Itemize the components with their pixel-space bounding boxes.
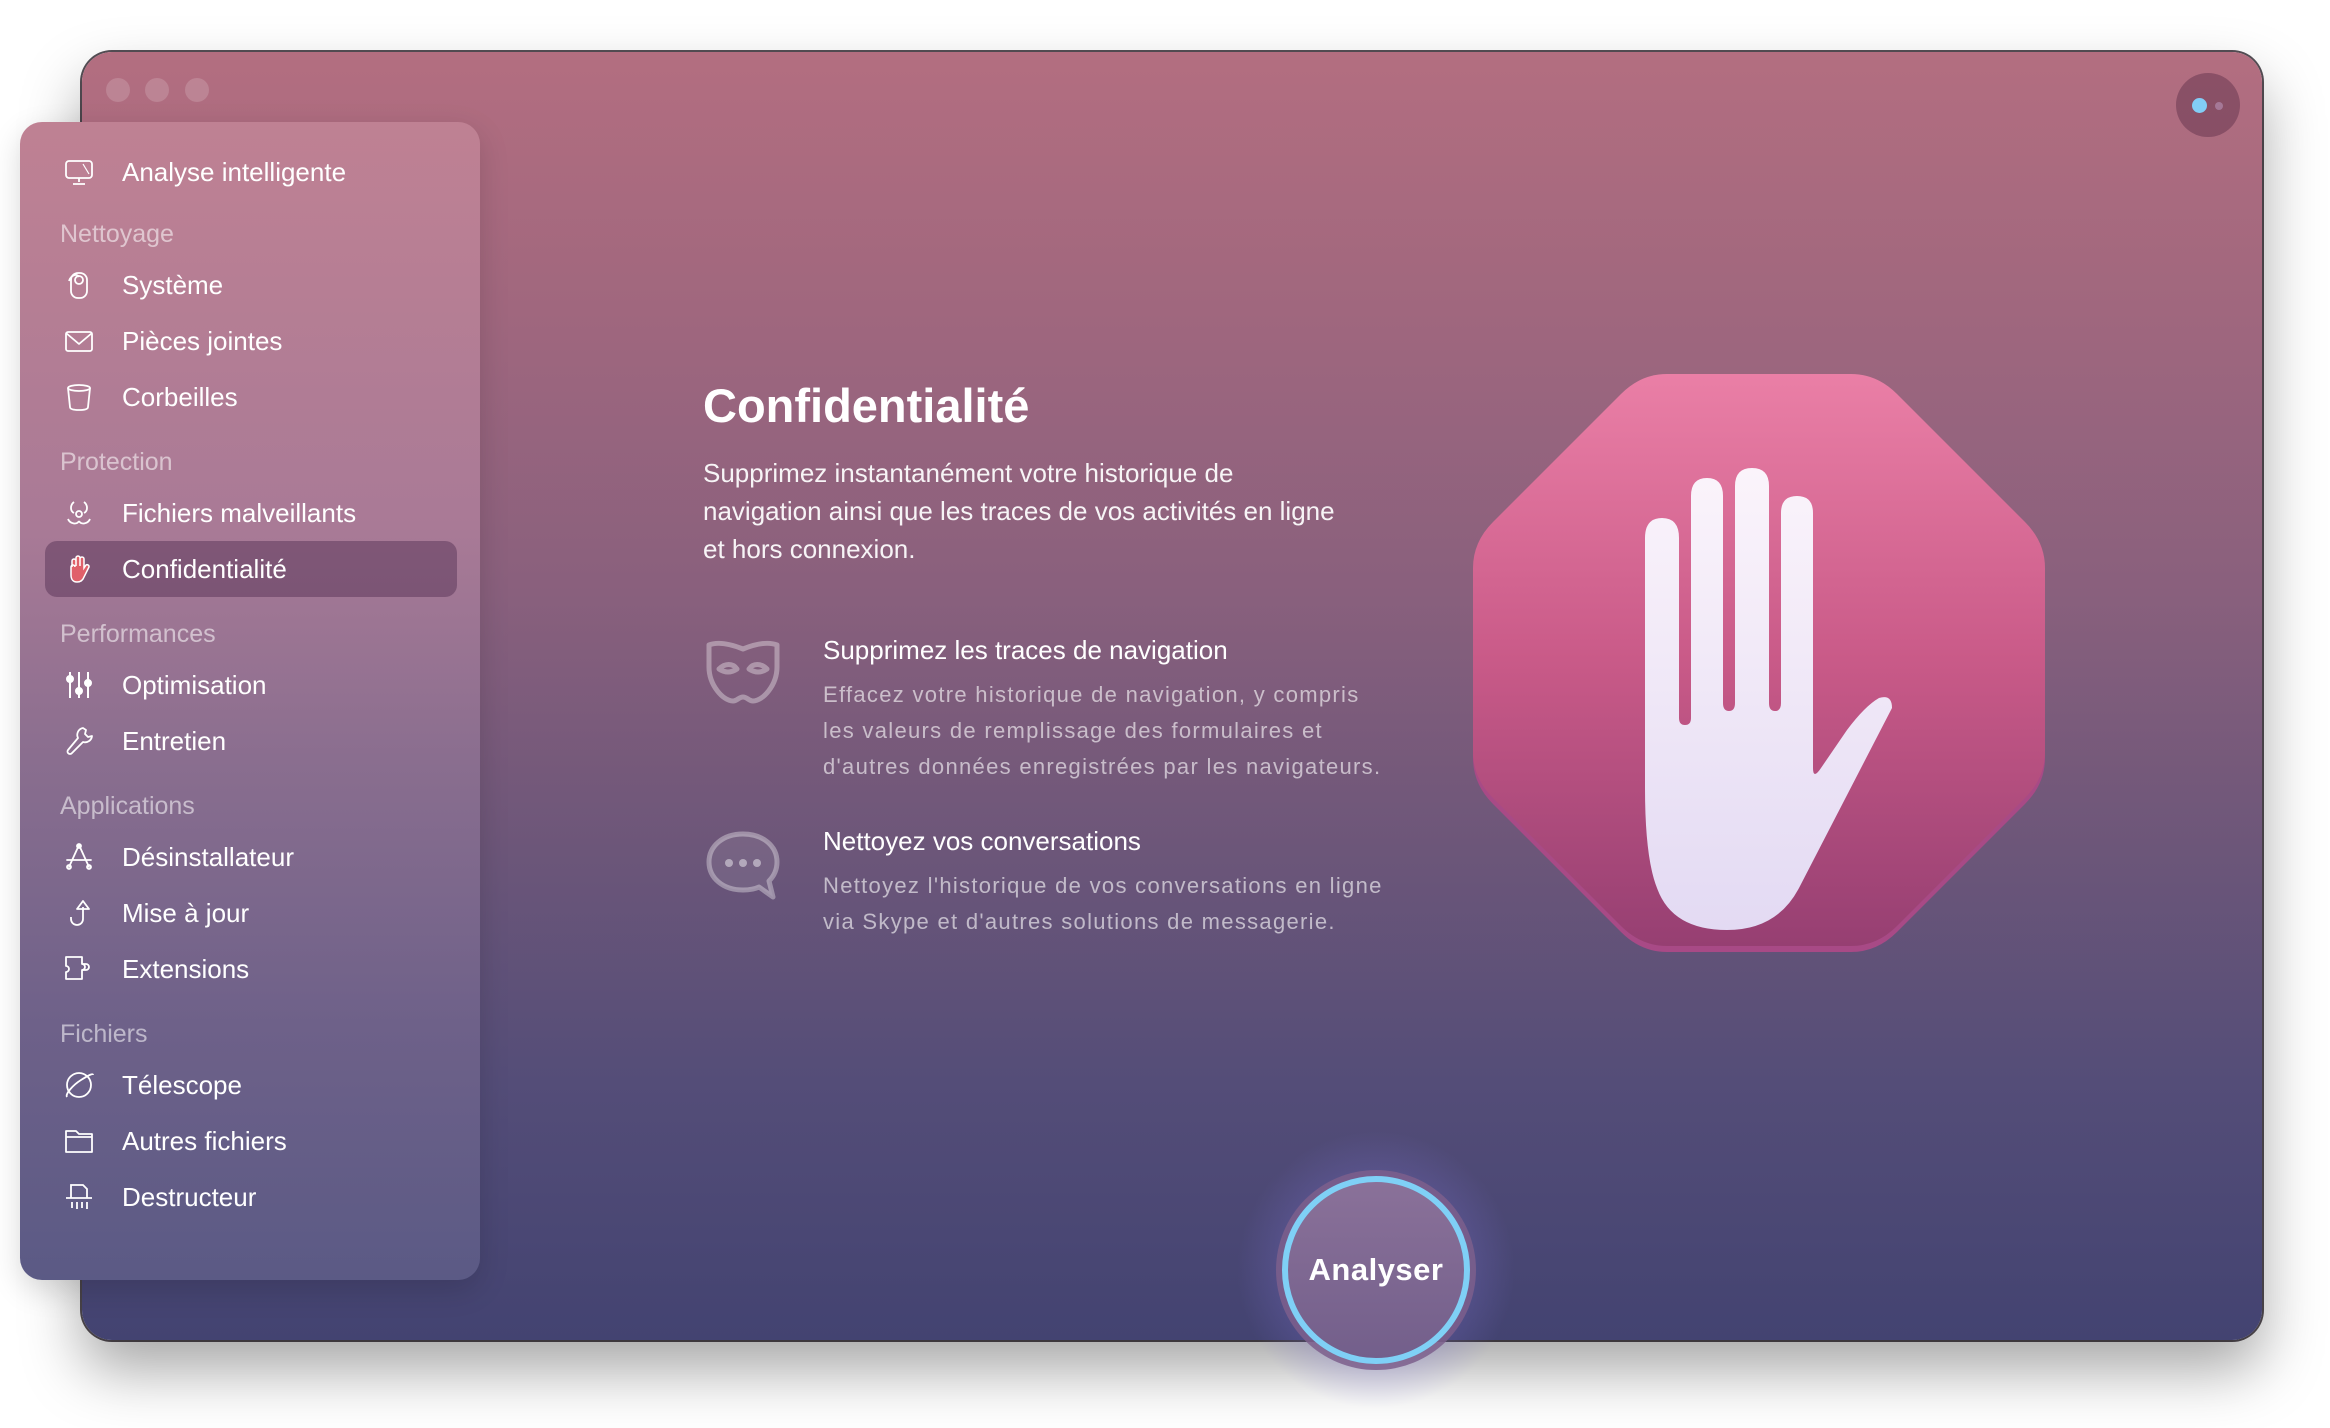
- sidebar-item-label: Corbeilles: [122, 381, 238, 412]
- feature-description: Nettoyez l'historique de vos conversatio…: [823, 873, 1383, 934]
- sidebar-item-optimisation[interactable]: Optimisation: [45, 657, 457, 713]
- sidebar-item-pieces-jointes[interactable]: Pièces jointes: [45, 313, 457, 369]
- sidebar-item-confidentialite[interactable]: Confidentialité: [45, 541, 457, 597]
- wrench-icon: [63, 725, 95, 757]
- system-junk-icon: [63, 269, 95, 301]
- sidebar-item-label: Confidentialité: [122, 553, 287, 584]
- assistant-button[interactable]: [2176, 73, 2240, 137]
- monitor-icon: [63, 156, 95, 188]
- sidebar-item-extensions[interactable]: Extensions: [45, 941, 457, 997]
- chat-bubble-icon: [703, 826, 783, 906]
- feature-title: Nettoyez vos conversations: [823, 826, 1141, 856]
- sidebar-item-label: Extensions: [122, 953, 250, 984]
- sidebar-item-destructeur[interactable]: Destructeur: [45, 1169, 457, 1225]
- sidebar-item-systeme[interactable]: Système: [45, 257, 457, 313]
- window-zoom-button[interactable]: [185, 78, 209, 102]
- sidebar-item-mise-a-jour[interactable]: Mise à jour: [45, 885, 457, 941]
- sidebar-item-label: Analyse intelligente: [122, 156, 347, 187]
- hand-icon: [63, 553, 95, 585]
- assistant-dots-icon: [2192, 98, 2207, 113]
- section-title-fichiers: Fichiers: [60, 1020, 148, 1048]
- mail-icon: [63, 325, 95, 357]
- sidebar-item-label: Autres fichiers: [122, 1125, 287, 1156]
- sidebar-item-telescope[interactable]: Télescope: [45, 1057, 457, 1113]
- folder-icon: [63, 1125, 95, 1157]
- sidebar-item-autres-fichiers[interactable]: Autres fichiers: [45, 1113, 457, 1169]
- sidebar-item-label: Entretien: [122, 725, 227, 756]
- sidebar-item-label: Pièces jointes: [122, 325, 283, 356]
- sliders-icon: [63, 669, 95, 701]
- biohazard-icon: [63, 497, 95, 529]
- mask-icon: [703, 635, 783, 715]
- section-title-applications: Applications: [60, 792, 195, 820]
- feature-title: Supprimez les traces de navigation: [823, 635, 1228, 665]
- section-title-performances: Performances: [60, 620, 216, 648]
- scan-button-label: Analyser: [1308, 1252, 1444, 1287]
- sidebar-item-label: Fichiers malveillants: [122, 497, 357, 528]
- section-title-nettoyage: Nettoyage: [60, 220, 174, 248]
- sidebar-item-analyse-intelligente[interactable]: Analyse intelligente: [45, 144, 457, 200]
- window-minimize-button[interactable]: [145, 78, 169, 102]
- sidebar-item-label: Système: [122, 269, 224, 300]
- sidebar: Analyse intelligente Nettoyage Système P…: [20, 122, 480, 1280]
- shredder-icon: [63, 1181, 95, 1213]
- app-store-icon: [63, 841, 95, 873]
- sidebar-item-corbeilles[interactable]: Corbeilles: [45, 369, 457, 425]
- sidebar-item-fichiers-malveillants[interactable]: Fichiers malveillants: [45, 485, 457, 541]
- window-close-button[interactable]: [106, 78, 130, 102]
- assistant-dot-secondary: [2215, 102, 2223, 110]
- page-description: Supprimez instantanément votre historiqu…: [703, 458, 1335, 564]
- trash-bin-icon: [63, 381, 95, 413]
- update-arrow-icon: [63, 897, 95, 929]
- puzzle-icon: [63, 953, 95, 985]
- sidebar-item-label: Optimisation: [122, 669, 267, 700]
- page-title: Confidentialité: [703, 379, 1030, 432]
- scan-button-container: Analyser: [1236, 1130, 1516, 1410]
- sidebar-item-label: Destructeur: [122, 1181, 257, 1212]
- sidebar-item-label: Télescope: [122, 1069, 242, 1100]
- scan-button[interactable]: Analyser: [1276, 1170, 1476, 1370]
- stop-hand-icon: [1467, 368, 2051, 952]
- sidebar-item-label: Mise à jour: [122, 897, 250, 928]
- sidebar-item-label: Désinstallateur: [122, 841, 294, 872]
- section-title-protection: Protection: [60, 448, 173, 476]
- sidebar-item-desinstallateur[interactable]: Désinstallateur: [45, 829, 457, 885]
- planet-icon: [63, 1069, 95, 1101]
- sidebar-item-entretien[interactable]: Entretien: [45, 713, 457, 769]
- feature-description: Effacez votre historique de navigation, …: [823, 682, 1382, 779]
